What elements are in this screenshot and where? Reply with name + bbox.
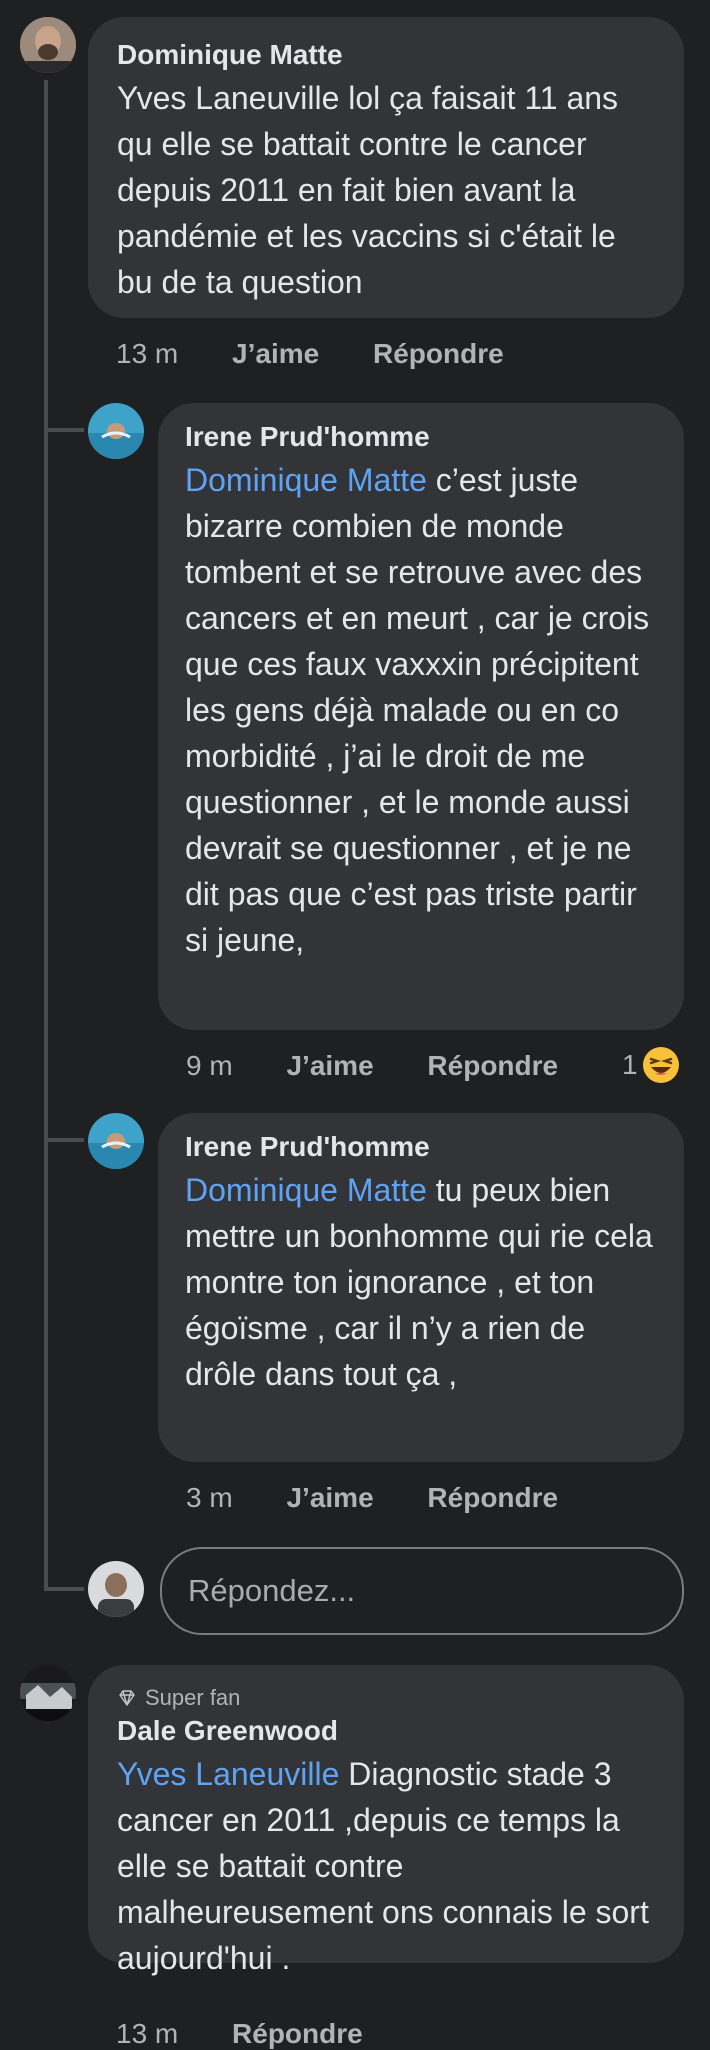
landscape-photo-icon xyxy=(20,1665,76,1721)
comment-author[interactable]: Irene Prud'homme xyxy=(185,1131,658,1163)
avatar-irene-prudhomme[interactable] xyxy=(88,403,144,459)
like-button[interactable]: J’aime xyxy=(232,338,319,369)
like-button[interactable]: J’aime xyxy=(286,1482,373,1513)
comment-author[interactable]: Irene Prud'homme xyxy=(185,421,658,453)
comment-text: Yves Laneuville Diagnostic stade 3 cance… xyxy=(117,1756,649,1976)
super-fan-badge: Super fan xyxy=(117,1685,654,1711)
avatar-irene-prudhomme[interactable] xyxy=(88,1113,144,1169)
comment-actions-3: 3 m J’aime Répondre xyxy=(186,1482,604,1514)
comment-bubble-4[interactable]: Super fan Dale Greenwood Yves Laneuville… xyxy=(88,1665,684,1976)
comment-actions-2: 9 m J’aime Répondre xyxy=(186,1050,684,1082)
laughing-face-icon xyxy=(642,1047,679,1083)
comment-bubble-3[interactable]: Irene Prud'homme Dominique Matte tu peux… xyxy=(158,1113,684,1462)
mention-link[interactable]: Dominique Matte xyxy=(185,462,427,498)
badge-label: Super fan xyxy=(145,1685,241,1710)
reply-button[interactable]: Répondre xyxy=(427,1482,558,1513)
reply-input-placeholder: Répondez... xyxy=(188,1573,356,1608)
reply-button[interactable]: Répondre xyxy=(427,1050,558,1081)
current-user-avatar xyxy=(88,1561,144,1617)
person-photo-icon xyxy=(88,1561,144,1617)
person-swimming-photo-icon xyxy=(88,1113,144,1169)
comment-text: Yves Laneuville lol ça faisait 11 ans qu… xyxy=(117,80,619,300)
comment-bubble-1[interactable]: Dominique Matte Yves Laneuville lol ça f… xyxy=(88,17,684,318)
comment-text: Dominique Matte c’est juste bizarre comb… xyxy=(185,462,650,958)
mention-link[interactable]: Yves Laneuville xyxy=(117,1756,339,1792)
like-button[interactable]: J’aime xyxy=(286,1050,373,1081)
comment-text: Dominique Matte tu peux bien mettre un b… xyxy=(185,1172,653,1392)
comment-time[interactable]: 3 m xyxy=(186,1482,233,1513)
person-swimming-photo-icon xyxy=(88,403,144,459)
person-photo-icon xyxy=(20,17,76,73)
thread-line-main xyxy=(44,80,48,1587)
reaction-summary[interactable]: 1 xyxy=(622,1045,680,1085)
comment-time[interactable]: 13 m xyxy=(116,2018,178,2049)
reply-button[interactable]: Répondre xyxy=(373,338,504,369)
comment-author[interactable]: Dale Greenwood xyxy=(117,1715,654,1747)
comment-actions-1: 13 m J’aime Répondre xyxy=(116,338,550,370)
thread-line-branch-2 xyxy=(44,1138,84,1142)
thread-line-branch-3 xyxy=(44,1587,84,1591)
comment-time[interactable]: 13 m xyxy=(116,338,178,369)
comment-actions-4: 13 m Répondre xyxy=(116,2018,409,2050)
thread-line-branch-1 xyxy=(44,428,84,432)
comment-time[interactable]: 9 m xyxy=(186,1050,233,1081)
reply-input[interactable]: Répondez... xyxy=(160,1547,684,1635)
mention-link[interactable]: Dominique Matte xyxy=(185,1172,427,1208)
reply-button[interactable]: Répondre xyxy=(232,2018,363,2049)
reaction-count: 1 xyxy=(622,1049,638,1080)
comment-bubble-2[interactable]: Irene Prud'homme Dominique Matte c’est j… xyxy=(158,403,684,1030)
diamond-icon xyxy=(119,1690,135,1706)
avatar-dominique-matte[interactable] xyxy=(20,17,76,73)
avatar-dale-greenwood[interactable] xyxy=(20,1665,76,1721)
comment-author[interactable]: Dominique Matte xyxy=(117,39,654,71)
